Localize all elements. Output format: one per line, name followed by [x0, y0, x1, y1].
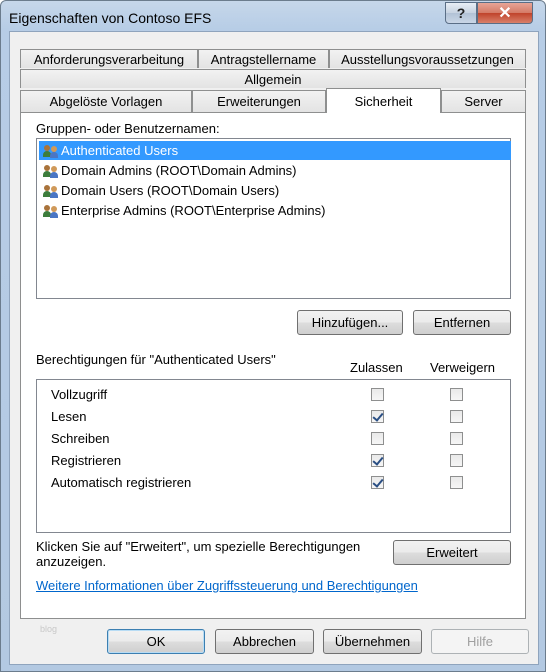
- list-item-domain-admins[interactable]: Domain Admins (ROOT\Domain Admins): [39, 161, 511, 180]
- tab-allgemein[interactable]: Allgemein: [20, 69, 526, 88]
- allow-checkbox[interactable]: [371, 454, 384, 467]
- deny-column-header: Verweigern: [430, 360, 496, 375]
- user-group-icon: [43, 183, 59, 199]
- advanced-hint-line2: anzuzeigen.: [36, 554, 107, 569]
- permission-name: Automatisch registrieren: [51, 475, 192, 490]
- tab-ausstellungsvoraussetzungen[interactable]: Ausstellungsvoraussetzungen: [329, 49, 526, 68]
- tab-sicherheit[interactable]: Sicherheit: [326, 88, 441, 113]
- tab-anforderungsverarbeitung[interactable]: Anforderungsverarbeitung: [20, 49, 198, 68]
- allow-checkbox[interactable]: [371, 476, 384, 489]
- tab-label: Ausstellungsvoraussetzungen: [341, 51, 514, 67]
- tab-abgeloeste-vorlagen[interactable]: Abgelöste Vorlagen: [20, 90, 192, 112]
- title-bar[interactable]: Eigenschaften von Contoso EFS ? ✕: [1, 1, 545, 33]
- list-item-label: Domain Users (ROOT\Domain Users): [61, 183, 280, 198]
- deny-checkbox[interactable]: [450, 388, 463, 401]
- deny-checkbox[interactable]: [450, 454, 463, 467]
- tab-label: Sicherheit: [354, 93, 413, 109]
- permission-row-vollzugriff: Vollzugriff: [37, 384, 510, 406]
- tab-label: Erweiterungen: [217, 94, 301, 109]
- button-label: Erweitert: [426, 545, 478, 560]
- permission-row-lesen: Lesen: [37, 406, 510, 428]
- permissions-list: Vollzugriff Lesen Schreiben Registrieren: [36, 379, 511, 533]
- tab-antragstellername[interactable]: Antragstellername: [198, 49, 329, 68]
- tab-label: Anforderungsverarbeitung: [33, 51, 185, 67]
- list-item-enterprise-admins[interactable]: Enterprise Admins (ROOT\Enterprise Admin…: [39, 201, 511, 220]
- tab-server[interactable]: Server: [441, 90, 526, 112]
- permission-name: Lesen: [51, 409, 87, 424]
- deny-checkbox[interactable]: [450, 476, 463, 489]
- groups-label: Gruppen- oder Benutzernamen:: [36, 121, 220, 136]
- user-group-icon: [43, 203, 59, 219]
- tab-label: Allgemein: [244, 71, 302, 87]
- permissions-label: Berechtigungen für "Authenticated Users": [36, 352, 276, 367]
- list-item-domain-users[interactable]: Domain Users (ROOT\Domain Users): [39, 181, 511, 200]
- button-label: Entfernen: [433, 315, 491, 330]
- info-link[interactable]: Weitere Informationen über Zugriffssteue…: [36, 578, 418, 593]
- permission-row-automatisch-registrieren: Automatisch registrieren: [37, 472, 510, 494]
- tab-label: Server: [464, 94, 503, 109]
- button-label: Hilfe: [466, 634, 493, 649]
- help-button: Hilfe: [431, 629, 529, 654]
- list-item-label: Authenticated Users: [61, 143, 179, 158]
- list-item-label: Domain Admins (ROOT\Domain Admins): [61, 163, 297, 178]
- dialog-client: Anforderungsverarbeitung Antragstellerna…: [9, 31, 539, 665]
- user-list[interactable]: Authenticated Users Domain Admins (ROOT\…: [36, 138, 511, 299]
- apply-button[interactable]: Übernehmen: [323, 629, 422, 654]
- close-icon: ✕: [498, 5, 512, 22]
- permission-name: Vollzugriff: [51, 387, 108, 402]
- deny-checkbox[interactable]: [450, 432, 463, 445]
- advanced-hint-line1: Klicken Sie auf "Erweitert", um speziell…: [36, 539, 361, 554]
- allow-column-header: Zulassen: [350, 360, 403, 375]
- remove-button[interactable]: Entfernen: [413, 310, 511, 335]
- permission-name: Schreiben: [51, 431, 110, 446]
- permission-row-schreiben: Schreiben: [37, 428, 510, 450]
- permission-row-registrieren: Registrieren: [37, 450, 510, 472]
- button-label: Hinzufügen...: [311, 315, 389, 330]
- ok-button[interactable]: OK: [107, 629, 205, 654]
- dialog-window: Eigenschaften von Contoso EFS ? ✕ Anford…: [0, 0, 546, 672]
- deny-checkbox[interactable]: [450, 410, 463, 423]
- allow-checkbox[interactable]: [371, 432, 384, 445]
- button-label: Übernehmen: [334, 634, 411, 649]
- user-group-icon: [43, 163, 59, 179]
- tab-label: Abgelöste Vorlagen: [49, 94, 163, 109]
- help-title-button[interactable]: ?: [445, 2, 477, 24]
- add-button[interactable]: Hinzufügen...: [297, 310, 403, 335]
- advanced-button[interactable]: Erweitert: [393, 540, 511, 565]
- close-button[interactable]: ✕: [477, 2, 533, 24]
- button-label: OK: [146, 634, 166, 649]
- tab-label: Antragstellername: [210, 51, 317, 67]
- allow-checkbox[interactable]: [371, 410, 384, 423]
- cancel-button[interactable]: Abbrechen: [215, 629, 314, 654]
- user-group-icon: [43, 143, 59, 159]
- question-icon: ?: [456, 5, 466, 21]
- window-title: Eigenschaften von Contoso EFS: [9, 10, 212, 26]
- tab-erweiterungen[interactable]: Erweiterungen: [192, 90, 326, 112]
- permission-name: Registrieren: [51, 453, 122, 468]
- button-label: Abbrechen: [233, 634, 296, 649]
- watermark-text: blog: [40, 624, 58, 634]
- allow-checkbox[interactable]: [371, 388, 384, 401]
- list-item-authenticated-users[interactable]: Authenticated Users: [39, 141, 511, 160]
- list-item-label: Enterprise Admins (ROOT\Enterprise Admin…: [61, 203, 326, 218]
